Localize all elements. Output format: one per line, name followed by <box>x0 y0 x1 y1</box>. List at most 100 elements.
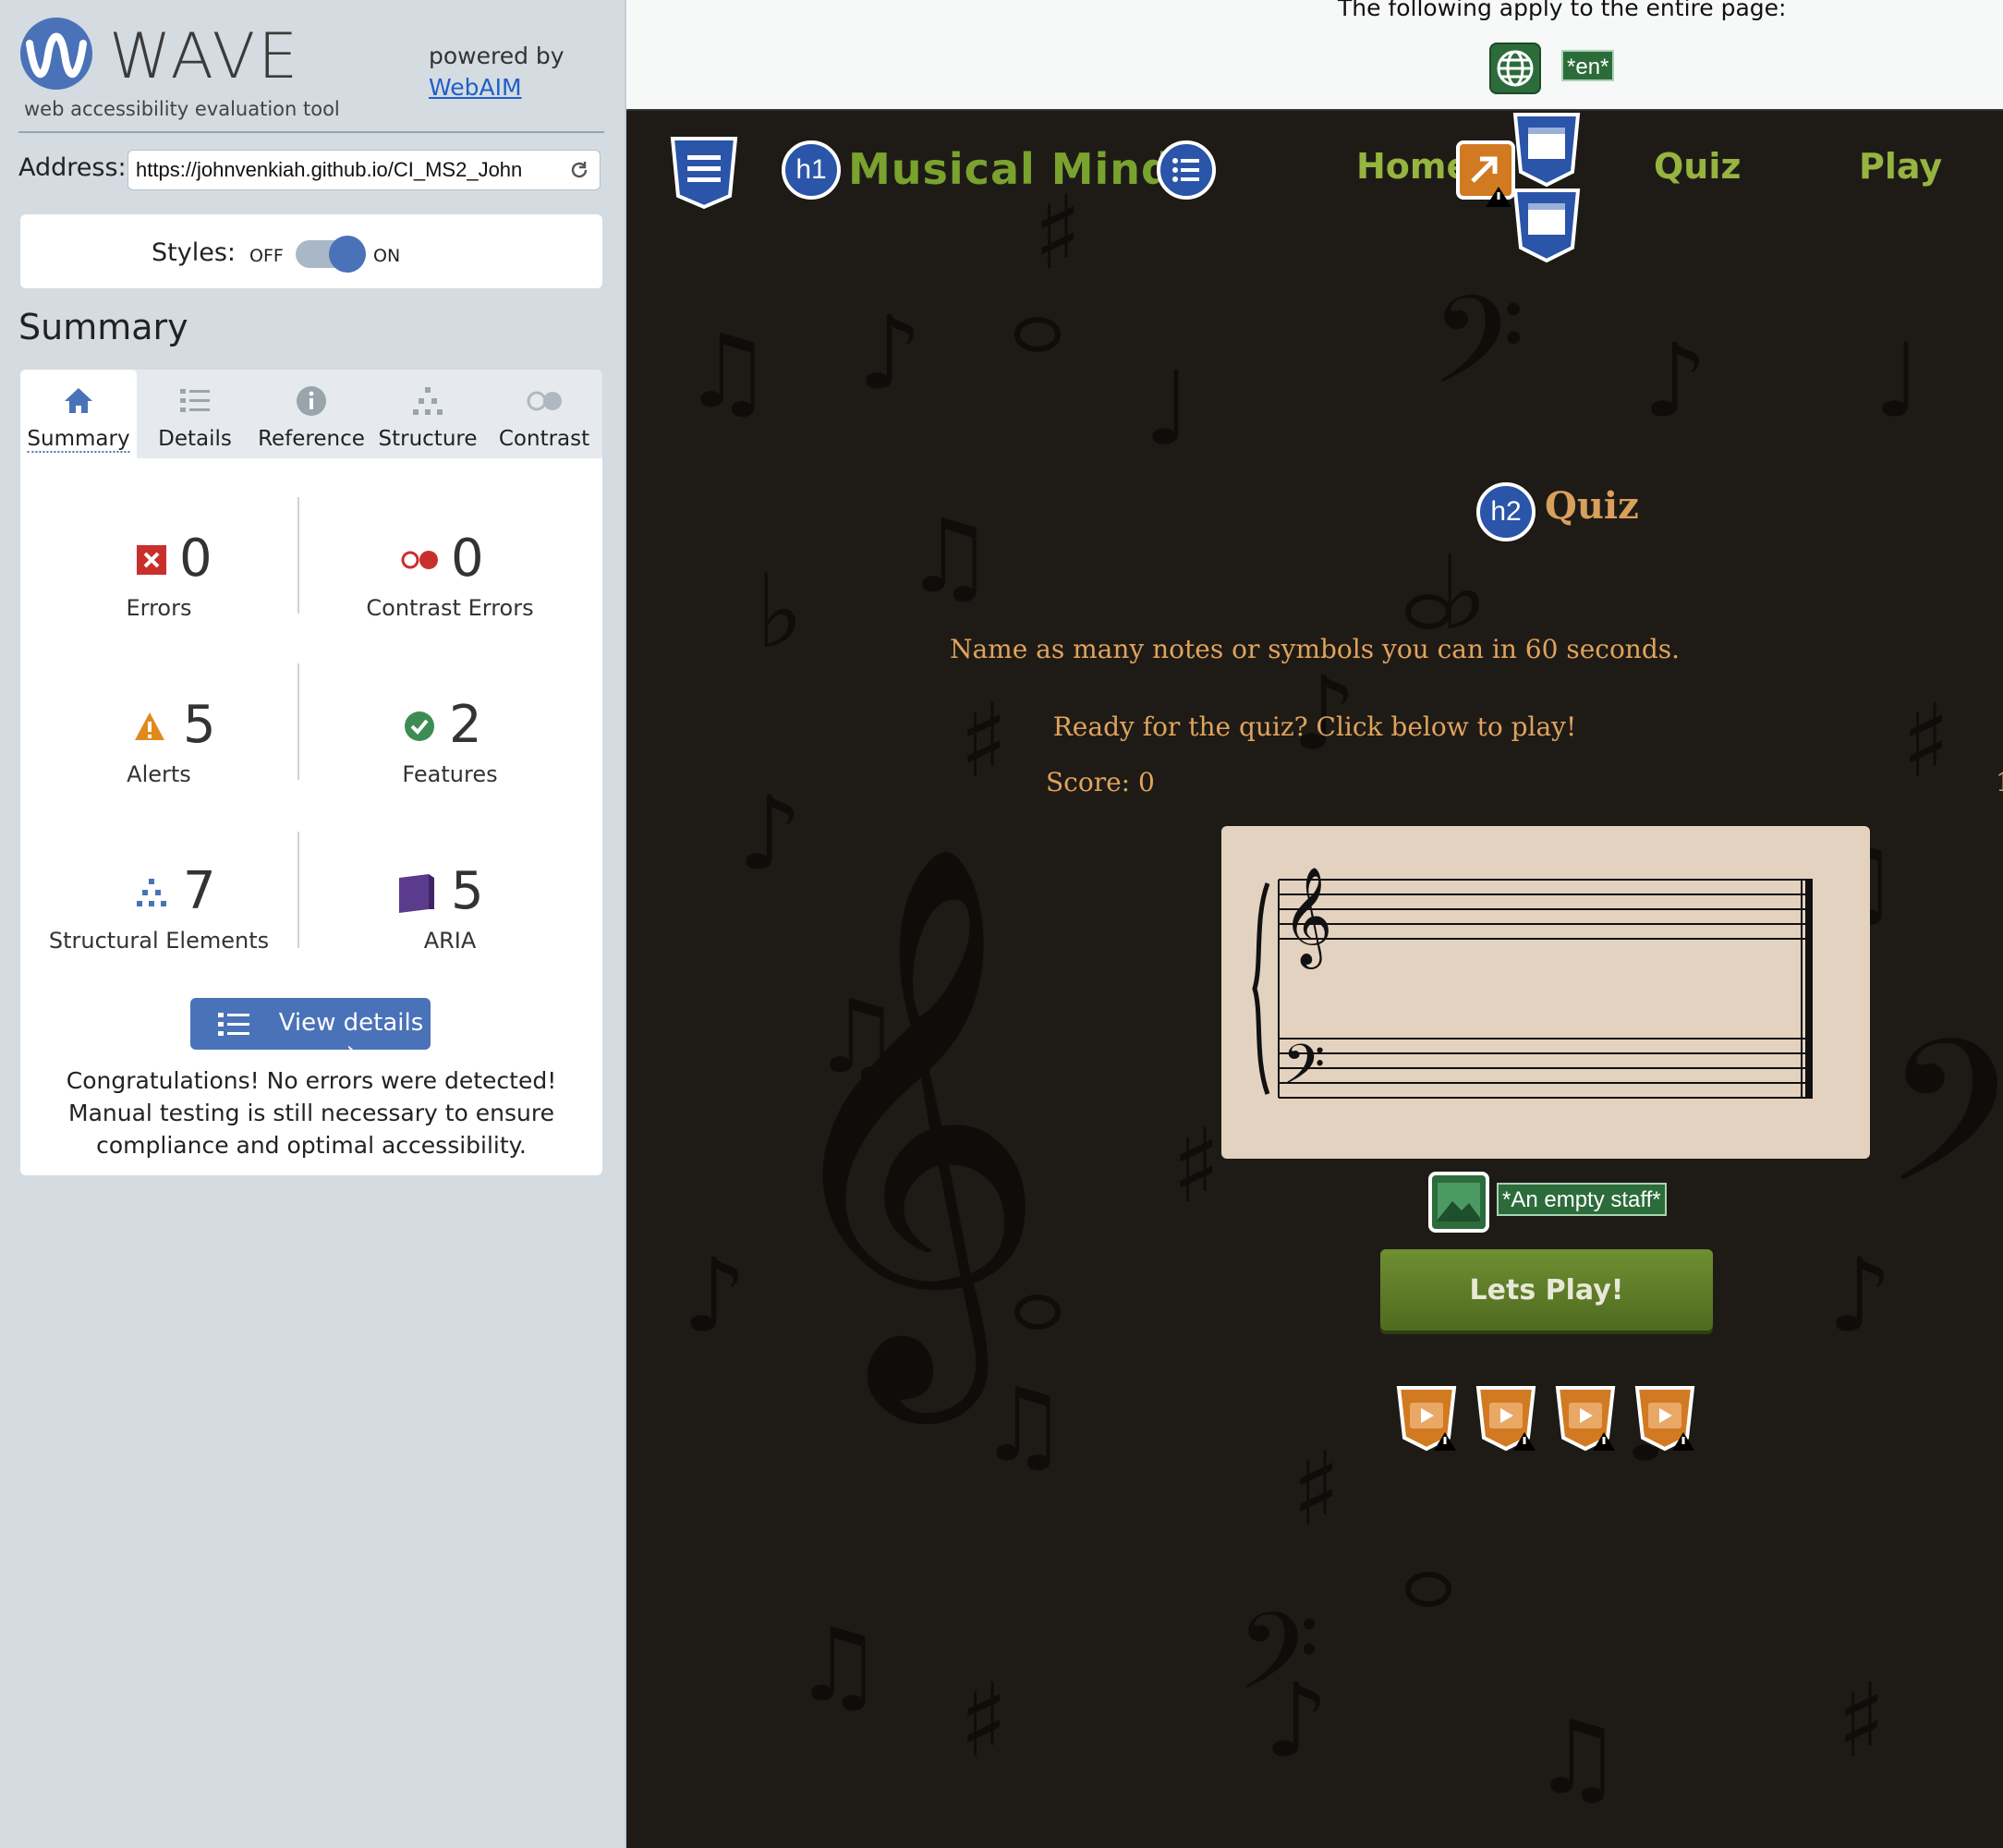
address-input[interactable] <box>136 151 561 189</box>
feature-icon <box>405 711 434 741</box>
styles-off-label: OFF <box>249 246 284 266</box>
svg-text:𝄢: 𝄢 <box>1883 998 2003 1277</box>
page-wide-bar: The following apply to the entire page: … <box>626 0 2003 111</box>
language-icon[interactable] <box>1489 43 1541 94</box>
svg-text:♯: ♯ <box>1171 1107 1220 1225</box>
stat-features[interactable]: 2 Features <box>297 695 602 796</box>
svg-text:♪: ♪ <box>1643 322 1707 440</box>
svg-text:♪: ♪ <box>857 294 922 412</box>
quiz-prompt: Ready for the quiz? Click below to play! <box>1052 711 1577 742</box>
stat-errors[interactable]: 0 Errors <box>20 529 297 630</box>
wave-sidebar: WAVE web accessibility evaluation tool p… <box>0 0 626 1848</box>
svg-text:𝄞: 𝄞 <box>765 838 1049 1427</box>
h1-badge-icon[interactable]: h1 <box>782 140 841 200</box>
wave-tagline: web accessibility evaluation tool <box>24 98 340 120</box>
tab-structure[interactable]: Structure <box>370 370 486 458</box>
h2-badge-icon[interactable]: h2 <box>1476 482 1536 541</box>
errors-label: Errors <box>126 595 192 621</box>
score-display: Score: 0 <box>1046 767 1155 797</box>
tab-label: Contrast <box>498 427 590 451</box>
tab-label: Details <box>158 427 232 451</box>
audio-video-alert-icon[interactable] <box>1633 1384 1698 1453</box>
svg-text:♫: ♫ <box>904 497 995 615</box>
svg-text:♪: ♪ <box>682 1236 747 1355</box>
quiz-instruction: Name as many notes or symbols you can in… <box>949 634 1681 664</box>
image-alt-icon[interactable] <box>1428 1172 1489 1233</box>
music-staff-image: 𝄞 𝄢 <box>1221 826 1870 1159</box>
info-icon <box>297 386 326 416</box>
address-label: Address: <box>18 153 127 182</box>
lets-play-button[interactable]: Lets Play! <box>1380 1249 1713 1331</box>
wave-logo-text: WAVE <box>109 20 301 93</box>
site-content: ♫♪♩ ♫♪♩ ♯♯♯ ♪♪♫ ♯♪♫ ♪♫♩ ♯♫♯ ♪♫♯ ♪♭♭ 𝄞 𝄢 … <box>626 111 2003 1848</box>
navigation-landmark-icon[interactable] <box>669 135 739 211</box>
tab-reference[interactable]: Reference <box>253 370 370 458</box>
stat-alerts[interactable]: 5 Alerts <box>20 695 297 796</box>
structural-count: 7 <box>183 861 216 921</box>
features-label: Features <box>402 761 498 787</box>
contrast-error-icon <box>401 551 438 569</box>
timer-display: 1 <box>1996 767 2003 797</box>
redundant-link-alert-icon[interactable] <box>1452 139 1519 209</box>
audio-video-alert-icon[interactable] <box>1395 1384 1460 1453</box>
home-icon <box>65 388 92 413</box>
view-details-button[interactable]: View details › <box>190 998 431 1064</box>
svg-text:𝄢: 𝄢 <box>1430 269 1525 442</box>
list-icon <box>180 389 210 412</box>
tab-contrast[interactable]: Contrast <box>486 370 602 458</box>
stat-structural[interactable]: 7 Structural Elements <box>20 861 297 963</box>
stat-aria[interactable]: 5 ARIA <box>297 861 602 963</box>
audio-video-alert-icon[interactable] <box>1554 1384 1619 1453</box>
svg-text:𝄢: 𝄢 <box>1282 1032 1325 1110</box>
audio-video-alert-icon[interactable] <box>1475 1384 1539 1453</box>
header-landmark-icon[interactable] <box>1511 111 1582 188</box>
reload-icon[interactable] <box>568 159 590 181</box>
nav-play[interactable]: Play <box>1859 146 1942 187</box>
tab-details[interactable]: Details <box>137 370 253 458</box>
styles-label: Styles: <box>152 238 236 267</box>
styles-toggle[interactable] <box>296 236 366 273</box>
wave-logo-icon <box>20 18 92 90</box>
contrast-errors-label: Contrast Errors <box>366 595 534 621</box>
list-icon <box>218 1013 249 1036</box>
tab-label: Structure <box>378 427 478 451</box>
tab-label: Reference <box>258 427 365 451</box>
view-details-label: View details › <box>278 1009 424 1064</box>
svg-text:♯: ♯ <box>1837 1661 1886 1780</box>
svg-text:♯: ♯ <box>959 1661 1008 1780</box>
svg-text:♫: ♫ <box>1532 1698 1623 1817</box>
tab-label: Summary <box>27 427 130 453</box>
aria-label: ARIA <box>423 928 477 954</box>
tab-summary[interactable]: Summary <box>20 370 137 458</box>
site-brand[interactable]: Musical Minds <box>848 144 1198 194</box>
svg-text:𝄞: 𝄞 <box>1282 866 1332 969</box>
nav-quiz[interactable]: Quiz <box>1654 146 1742 187</box>
svg-text:𝄢: 𝄢 <box>1236 1590 1319 1741</box>
svg-text:♫: ♫ <box>793 1606 884 1724</box>
errors-count: 0 <box>179 529 212 589</box>
language-badge: *en* <box>1561 50 1615 81</box>
evaluated-page: The following apply to the entire page: … <box>626 0 2003 1848</box>
divider <box>18 131 604 133</box>
webaim-link[interactable]: WebAIM <box>429 72 564 103</box>
main-landmark-icon[interactable] <box>1511 187 1582 264</box>
empty-staff-graphic: 𝄞 𝄢 <box>1252 866 1813 1110</box>
structural-label: Structural Elements <box>48 928 270 954</box>
contrast-toggle-icon <box>527 391 562 411</box>
alerts-label: Alerts <box>127 761 191 787</box>
aria-count: 5 <box>451 861 484 921</box>
congratulations-message: Congratulations! No errors were detected… <box>66 1067 557 1159</box>
address-field <box>127 150 601 190</box>
stat-contrast-errors[interactable]: 0 Contrast Errors <box>297 529 602 630</box>
list-badge-icon[interactable] <box>1157 140 1216 200</box>
summary-heading: Summary <box>18 307 188 347</box>
alt-text-label: *An empty staff* <box>1497 1183 1667 1216</box>
svg-text:♫: ♫ <box>682 312 773 431</box>
svg-text:♩: ♩ <box>1874 322 1922 440</box>
error-icon <box>137 545 166 575</box>
hierarchy-icon <box>137 879 166 906</box>
summary-panel: 0 Errors 0 Contrast Errors 5 Alerts 2 Fe… <box>20 458 602 1175</box>
page-wide-notice: The following apply to the entire page: <box>1338 0 1787 21</box>
powered-by-label: powered by <box>429 43 564 69</box>
features-count: 2 <box>449 695 482 755</box>
